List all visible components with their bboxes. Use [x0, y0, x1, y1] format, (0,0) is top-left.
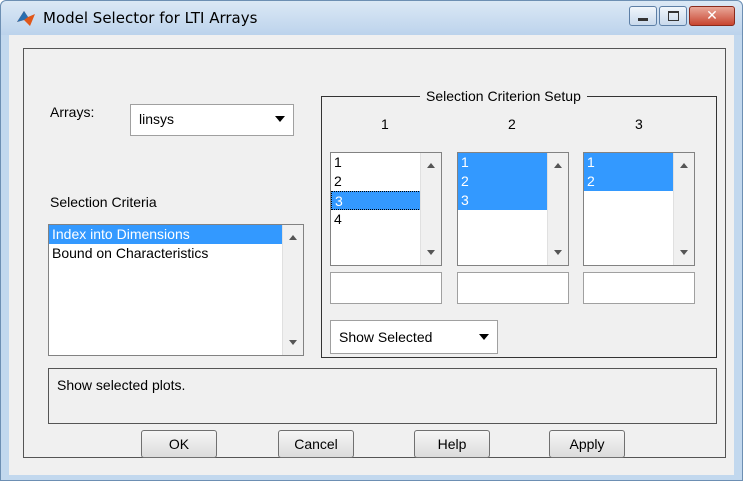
close-icon: ✕	[706, 8, 718, 24]
column-header-2: 2	[508, 116, 516, 132]
criterion-setup-title: Selection Criterion Setup	[420, 88, 587, 104]
ok-button[interactable]: OK	[141, 430, 217, 458]
matlab-logo-icon	[17, 11, 35, 26]
scroll-down-icon[interactable]	[427, 250, 435, 255]
arrays-selected-value: linsys	[139, 111, 175, 127]
maximize-button[interactable]	[659, 6, 687, 26]
minimize-icon	[638, 17, 648, 21]
scroll-down-icon[interactable]	[554, 250, 562, 255]
show-mode-value: Show Selected	[339, 329, 433, 345]
cancel-button[interactable]: Cancel	[278, 430, 354, 458]
dimension-1-scrollbar[interactable]	[420, 153, 441, 265]
scroll-up-icon[interactable]	[680, 163, 688, 168]
scroll-up-icon[interactable]	[554, 163, 562, 168]
column-header-3: 3	[635, 116, 643, 132]
maximize-icon	[667, 11, 679, 21]
arrays-dropdown[interactable]: linsys	[130, 104, 294, 136]
status-text: Show selected plots.	[57, 377, 186, 393]
selection-criteria-label: Selection Criteria	[50, 194, 157, 210]
criteria-scrollbar[interactable]	[282, 225, 303, 355]
criteria-item-index[interactable]: Index into Dimensions	[49, 225, 303, 244]
selection-criteria-list[interactable]: Index into Dimensions Bound on Character…	[48, 224, 304, 356]
arrays-label: Arrays:	[50, 104, 95, 120]
dimension-1-list[interactable]: 1 2 3 4	[330, 152, 442, 266]
chevron-down-icon	[479, 334, 489, 340]
scroll-down-icon[interactable]	[680, 250, 688, 255]
dimension-2-list[interactable]: 1 2 3	[457, 152, 569, 266]
criteria-item-bound[interactable]: Bound on Characteristics	[49, 244, 303, 263]
chevron-down-icon	[275, 116, 285, 122]
help-button[interactable]: Help	[414, 430, 490, 458]
minimize-button[interactable]	[629, 6, 657, 26]
dimension-3-scrollbar[interactable]	[673, 153, 694, 265]
scroll-up-icon[interactable]	[289, 235, 297, 240]
show-mode-dropdown[interactable]: Show Selected	[330, 320, 498, 354]
scroll-up-icon[interactable]	[427, 163, 435, 168]
column-header-1: 1	[381, 116, 389, 132]
status-panel: Show selected plots.	[48, 368, 717, 424]
title-bar[interactable]: Model Selector for LTI Arrays ✕	[1, 1, 742, 35]
dimension-3-index-field[interactable]	[583, 272, 695, 304]
dimension-3-list[interactable]: 1 2	[583, 152, 695, 266]
window-title: Model Selector for LTI Arrays	[43, 9, 258, 27]
apply-button[interactable]: Apply	[549, 430, 625, 458]
scroll-down-icon[interactable]	[289, 340, 297, 345]
dimension-2-scrollbar[interactable]	[547, 153, 568, 265]
dimension-2-index-field[interactable]	[457, 272, 569, 304]
dimension-1-index-field[interactable]	[330, 272, 442, 304]
close-button[interactable]: ✕	[689, 6, 735, 26]
